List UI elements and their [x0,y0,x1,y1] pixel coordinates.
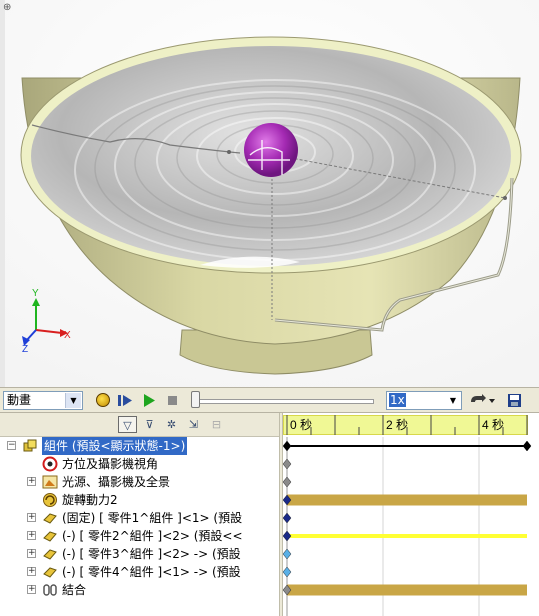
tree-item-part2[interactable]: + (-) [ 零件2^組件 ]<2> (預設<< [0,527,279,545]
study-type-dropdown[interactable]: 動畫 ▼ [3,391,83,410]
tree-item-label: 旋轉動力2 [62,493,118,507]
filter-collapse-icon: ⊟ [211,418,222,431]
tree-item-rotary-motor[interactable]: 旋轉動力2 [0,491,279,509]
play-from-start-button[interactable] [116,391,135,410]
key-point [283,566,292,578]
tree-item-orientation[interactable]: 方位及攝影機視角 [0,455,279,473]
calculate-icon [95,393,110,407]
part-icon [43,531,57,542]
expand-icon[interactable]: + [27,477,36,486]
collapse-icon[interactable]: − [7,441,16,450]
filter-driving-button[interactable]: ⊽ [140,416,159,433]
playback-mode-icon [471,394,495,403]
change-bar [287,584,527,596]
stop-icon [168,396,177,405]
ball[interactable] [244,123,298,177]
calculate-button[interactable] [93,391,112,410]
expand-icon[interactable]: + [27,513,36,522]
expand-icon[interactable]: + [27,585,36,594]
graphics-viewport[interactable]: ⊕ Y X Z [0,0,539,387]
timeline-lanes [283,437,532,616]
tree-item-assembly[interactable]: − 組件 (預設<顯示狀態-1>) [0,437,279,455]
tree-filter-toolbar: ▽ ⊽ ✲ ⇲ ⊟ [0,413,279,437]
timeline-ruler[interactable]: 0 秒 2 秒 4 秒 [283,413,539,437]
playback-mode-button[interactable] [467,391,497,410]
triad-z-label: Z [22,344,28,355]
corner-marker: ⊕ [3,2,11,13]
orientation-camera-icon [42,456,58,472]
playback-speed-value: 1x [389,393,406,407]
tree-item-label: (固定) [ 零件1^組件 ]<1> (預設 [62,511,243,525]
part-icon [43,567,57,578]
expand-icon[interactable]: + [27,567,36,576]
save-animation-button[interactable] [505,391,524,410]
filter-driving-icon: ⊽ [145,418,154,431]
part-icon [43,513,57,524]
tick-label-0s: 0 秒 [290,418,313,432]
key-point [523,441,531,451]
key-point [283,512,292,524]
tick-label-2s: 2 秒 [386,418,409,432]
tree-item-label: 光源、攝影機及全景 [62,475,171,489]
lights-scene-icon [42,475,58,489]
tree-item-label: 方位及攝影機視角 [62,457,159,471]
key-point [283,458,292,470]
key-point [283,440,292,452]
study-type-value: 動畫 [7,393,32,407]
filter-animated-button[interactable]: ▽ [118,416,137,433]
expand-icon[interactable]: + [27,531,36,540]
triad-y-label: Y [32,288,39,299]
tree-item-label: 結合 [62,583,87,597]
timeline-slider-track[interactable] [196,399,374,404]
play-from-start-icon [118,395,132,406]
rotary-motor-icon [43,493,57,507]
tree-item-label: 組件 (預設<顯示狀態-1>) [42,437,188,455]
change-bar [287,494,527,506]
timeline-pane[interactable]: 0 秒 2 秒 4 秒 [283,413,539,616]
key-point [283,476,292,488]
mates-icon [43,584,57,596]
filter-results-button[interactable]: ⇲ [184,416,203,433]
filter-selected-button[interactable]: ✲ [162,416,181,433]
filter-results-icon: ⇲ [188,418,199,431]
playback-speed-dropdown[interactable]: 1x ▼ [386,391,462,410]
tree-item-part4[interactable]: + (-) [ 零件4^組件 ]<1> -> (預設 [0,563,279,581]
play-button[interactable] [139,391,158,410]
triad-x-label: X [64,330,71,341]
motion-study-toolbar: 動畫 ▼ 1x ▼ [0,387,539,413]
chevron-down-icon: ▼ [65,393,81,408]
bowl-model-view: ⊕ Y X Z [0,0,539,387]
tree-item-label: (-) [ 零件3^組件 ]<2> -> (預設 [62,547,241,561]
tree-item-lights[interactable]: + 光源、攝影機及全景 [0,473,279,491]
key-point [283,530,292,542]
tree-item-part1[interactable]: + (固定) [ 零件1^組件 ]<1> (預設 [0,509,279,527]
stop-button[interactable] [163,391,182,410]
tree-item-label: (-) [ 零件2^組件 ]<2> (預設<< [62,529,243,543]
filter-animated-icon: ▽ [123,419,132,432]
motion-manager-tree: − 組件 (預設<顯示狀態-1>) 方位及攝影機視角 + 光源、攝影機及全景 旋… [0,437,279,616]
expand-icon[interactable]: + [27,549,36,558]
tick-label-4s: 4 秒 [482,418,505,432]
tree-item-label: (-) [ 零件4^組件 ]<1> -> (預設 [62,565,241,579]
change-bar [287,534,527,538]
chevron-down-icon: ▼ [449,396,457,405]
play-icon [144,394,155,407]
key-point [283,548,292,560]
save-animation-icon [508,394,521,407]
assembly-icon [23,439,37,452]
filter-collapse-button[interactable]: ⊟ [207,416,226,433]
tree-item-part3[interactable]: + (-) [ 零件3^組件 ]<2> -> (預設 [0,545,279,563]
part-icon [43,549,57,560]
tree-item-mates[interactable]: + 結合 [0,581,279,599]
filter-selected-icon: ✲ [166,418,177,431]
timeline-slider-thumb[interactable] [191,391,200,408]
